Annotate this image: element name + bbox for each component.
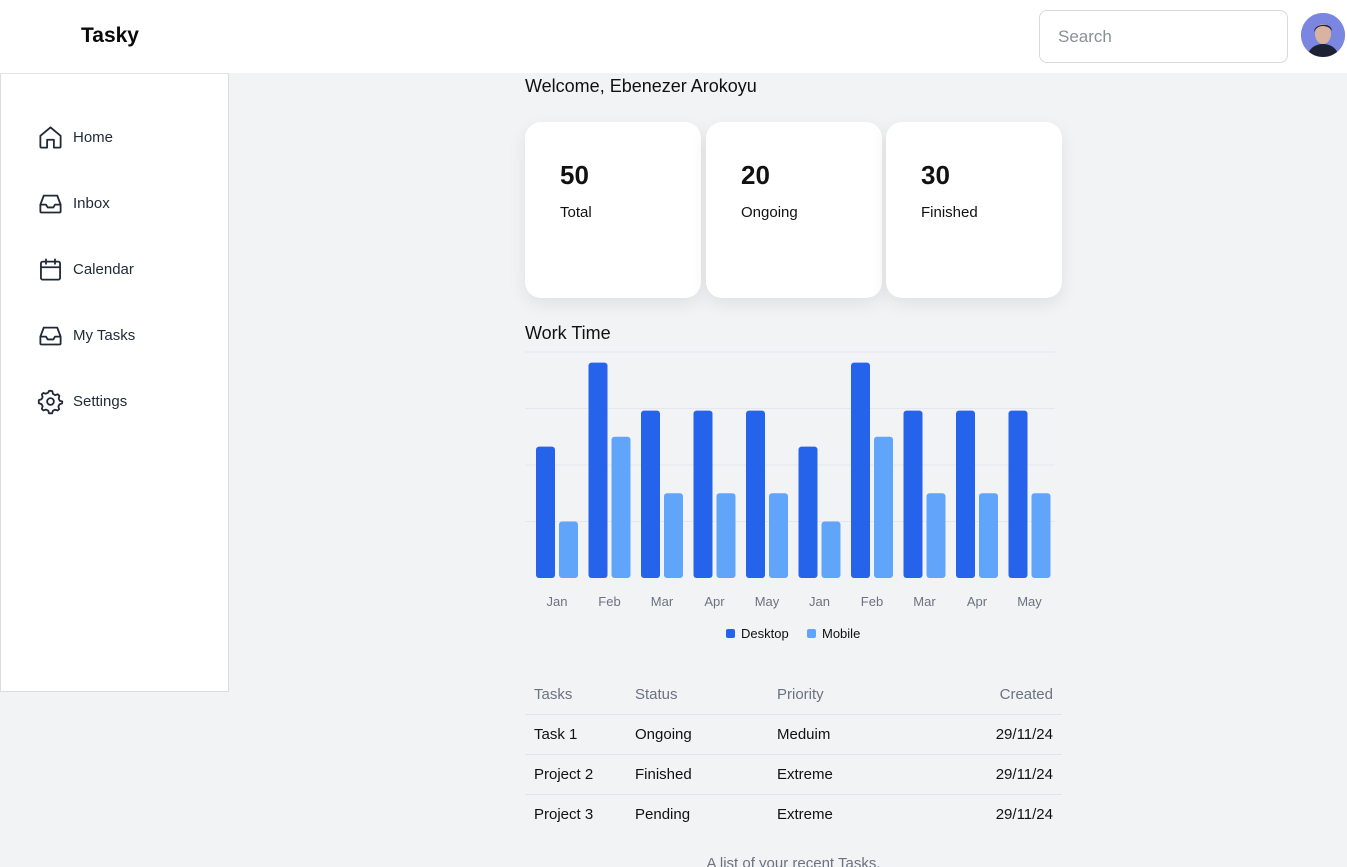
- task-priority: Extreme: [777, 805, 833, 823]
- chart-bar-mobile: [716, 493, 736, 578]
- task-created: 29/11/24: [917, 714, 1062, 755]
- chart-bar-mobile: [611, 436, 631, 578]
- x-tick-label: Mar: [913, 594, 936, 609]
- inbox-icon: [39, 194, 62, 213]
- x-tick-label: Mar: [651, 594, 674, 609]
- x-tick-label: Jan: [809, 594, 830, 609]
- sidebar-item-label: Home: [73, 128, 114, 146]
- task-name: Project 3: [534, 805, 594, 823]
- table-header-row: Tasks Status Priority Created: [525, 676, 1062, 715]
- chart-bar-desktop: [536, 446, 555, 578]
- column-header-status[interactable]: Status: [635, 676, 777, 715]
- x-tick-label: Feb: [598, 594, 620, 609]
- sidebar-item-label: Calendar: [73, 260, 134, 278]
- user-avatar-image: [1301, 13, 1345, 57]
- chart-bar-desktop: [588, 362, 608, 578]
- task-priority: Meduim: [777, 714, 917, 755]
- chart-bar-mobile: [926, 493, 946, 578]
- table-row[interactable]: Project 3 Pending Extreme 29/11/24: [525, 794, 1062, 834]
- stat-label: Ongoing: [741, 204, 798, 221]
- sidebar-item-label: Inbox: [73, 194, 110, 212]
- home-icon: [39, 125, 62, 149]
- legend-label-mobile: Mobile: [822, 626, 860, 641]
- tasks-table: Tasks Status Priority Created Task 1 Ong…: [525, 676, 1062, 834]
- sidebar-item-inbox[interactable]: Inbox: [37, 188, 110, 218]
- x-tick-label: Jan: [547, 594, 568, 609]
- task-status: Finished: [635, 754, 777, 795]
- table-row[interactable]: Task 1 Ongoing Meduim 29/11/24: [525, 714, 1062, 755]
- sidebar-item-label: My Tasks: [73, 326, 136, 344]
- search-input[interactable]: [1039, 10, 1288, 63]
- top-bar: Tasky: [0, 0, 1347, 73]
- chart-bar-desktop: [956, 410, 975, 578]
- chart-bar-desktop: [851, 362, 870, 578]
- chart-bar-desktop: [903, 410, 923, 578]
- chart-bar-mobile: [979, 493, 998, 578]
- legend-label-desktop: Desktop: [741, 626, 789, 641]
- task-name: Project 2: [525, 754, 635, 795]
- chart-bar-desktop: [1008, 410, 1028, 578]
- stat-label: Finished: [921, 204, 978, 221]
- chart-bar-mobile: [664, 493, 683, 578]
- chart-bar-mobile: [874, 436, 893, 578]
- chart-title: Work Time: [525, 323, 611, 343]
- sidebar: Home Inbox Calendar My Tasks Settings: [0, 73, 229, 692]
- chart-bar-desktop: [746, 410, 765, 578]
- calendar-icon: [40, 257, 61, 281]
- welcome-message: Welcome, Ebenezer Arokoyu: [525, 76, 757, 96]
- sidebar-item-home[interactable]: Home: [37, 122, 113, 152]
- sidebar-item-calendar[interactable]: Calendar: [37, 254, 134, 284]
- task-status: Pending: [635, 805, 691, 823]
- gear-icon: [37, 389, 64, 414]
- chart-bar-mobile: [559, 521, 578, 578]
- chart-bar-desktop: [798, 446, 818, 578]
- x-tick-label: Feb: [861, 594, 883, 609]
- chart-bar-desktop: [693, 410, 713, 578]
- avatar[interactable]: [1301, 13, 1345, 57]
- inbox-tray-icon: [39, 326, 62, 345]
- task-status: Ongoing: [635, 714, 777, 755]
- stat-card-ongoing: 20 Ongoing: [706, 122, 882, 298]
- chart-bar-desktop: [641, 410, 660, 578]
- column-header-created[interactable]: Created: [917, 676, 1062, 715]
- sidebar-item-settings[interactable]: Settings: [37, 386, 127, 416]
- chart-bar-mobile: [821, 521, 841, 578]
- work-time-chart: Jan Feb Mar Apr May Jan Feb Mar Apr May Desktop Mob…: [525, 351, 1055, 641]
- stat-value: 50: [560, 160, 589, 190]
- stat-value: 30: [921, 160, 950, 190]
- table-caption: A list of your recent Tasks.: [706, 855, 881, 867]
- table-row[interactable]: Project 2 Finished Extreme 29/11/24: [525, 754, 1062, 795]
- task-priority: Extreme: [777, 754, 917, 795]
- sidebar-item-my-tasks[interactable]: My Tasks: [37, 320, 135, 350]
- stat-card-total: 50 Total: [525, 122, 701, 298]
- stat-label: Total: [560, 204, 592, 221]
- chart-bar-mobile: [769, 493, 788, 578]
- chart-bar-mobile: [1031, 493, 1051, 578]
- legend-swatch-desktop: [726, 629, 735, 638]
- task-name: Task 1: [525, 714, 635, 755]
- legend-swatch-mobile: [807, 629, 816, 638]
- x-tick-label: May: [755, 594, 780, 609]
- x-tick-label: Apr: [967, 594, 988, 609]
- column-header-tasks[interactable]: Tasks: [525, 676, 635, 715]
- x-tick-label: Apr: [704, 594, 725, 609]
- sidebar-item-label: Settings: [73, 392, 128, 410]
- task-created: 29/11/24: [917, 754, 1062, 795]
- stat-value: 20: [741, 160, 770, 190]
- column-header-priority[interactable]: Priority: [777, 676, 917, 715]
- app-logo[interactable]: Tasky: [81, 24, 139, 48]
- stat-card-finished: 30 Finished: [886, 122, 1062, 298]
- x-tick-label: May: [1017, 594, 1042, 609]
- task-created: 29/11/24: [995, 805, 1053, 823]
